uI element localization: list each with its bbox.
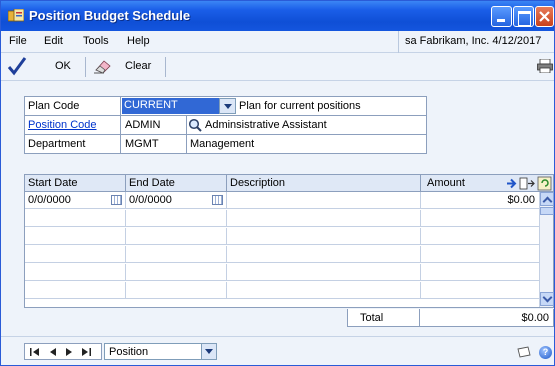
- field-divider: [186, 135, 187, 154]
- chevron-down-icon[interactable]: [201, 344, 216, 359]
- scroll-down-button[interactable]: [540, 292, 554, 306]
- menu-help[interactable]: Help: [127, 35, 150, 47]
- bottom-bar: Position ?: [1, 336, 554, 365]
- table-row[interactable]: [25, 228, 539, 245]
- position-code-description: Adminsistrative Assistant: [205, 119, 327, 131]
- department-field[interactable]: MGMT: [125, 138, 159, 150]
- total-amount: $0.00: [521, 312, 549, 324]
- header-form: Plan Code CURRENT Plan for current posit…: [24, 96, 427, 154]
- field-divider: [419, 309, 420, 326]
- column-header-amount: Amount: [427, 177, 465, 189]
- column-divider: [226, 175, 227, 192]
- toolbar-divider: [165, 57, 166, 77]
- department-row: Department MGMT Management: [25, 135, 426, 154]
- menu-edit[interactable]: Edit: [44, 35, 63, 47]
- first-record-icon[interactable]: [29, 347, 41, 357]
- position-code-link[interactable]: Position Code: [28, 119, 97, 131]
- plan-code-row: Plan Code CURRENT Plan for current posit…: [25, 97, 426, 116]
- table-row[interactable]: [25, 210, 539, 227]
- arrow-right-icon[interactable]: [507, 178, 517, 189]
- toolbar-divider: [85, 57, 86, 77]
- table-row[interactable]: [25, 282, 539, 299]
- ok-label: OK: [55, 60, 71, 72]
- table-row[interactable]: 0/0/0000 0/0/0000 $0.00: [25, 192, 539, 209]
- chevron-down-icon[interactable]: [219, 98, 236, 114]
- position-budget-schedule-window: Position Budget Schedule File Edit Tools…: [0, 0, 555, 366]
- sort-by-value: Position: [109, 346, 149, 358]
- position-code-row: Position Code ADMIN Adminsistrative Assi…: [25, 116, 426, 135]
- field-divider: [186, 116, 187, 135]
- calendar-icon[interactable]: [111, 195, 122, 205]
- menu-tools[interactable]: Tools: [83, 35, 109, 47]
- ok-button[interactable]: OK: [5, 55, 77, 79]
- last-record-icon[interactable]: [80, 347, 92, 357]
- grid-header: Start Date End Date Description Amount: [25, 175, 553, 192]
- start-date-cell[interactable]: 0/0/0000: [28, 194, 71, 206]
- previous-record-icon[interactable]: [47, 347, 59, 357]
- close-button[interactable]: [535, 6, 554, 27]
- total-row: Total $0.00: [347, 309, 554, 327]
- refresh-icon[interactable]: [537, 176, 552, 191]
- app-icon: [8, 9, 24, 22]
- clear-button[interactable]: Clear: [91, 55, 151, 79]
- eraser-icon: [94, 60, 111, 74]
- end-date-cell[interactable]: 0/0/0000: [129, 194, 172, 206]
- table-row[interactable]: [25, 264, 539, 281]
- close-icon: [539, 11, 550, 22]
- department-label: Department: [25, 135, 121, 154]
- menu-bar: File Edit Tools Help sa Fabrikam, Inc. 4…: [1, 31, 554, 53]
- clear-label: Clear: [125, 60, 152, 72]
- checkmark-icon: [7, 57, 27, 76]
- grid-action-icons: [507, 176, 552, 191]
- column-header-start-date: Start Date: [28, 177, 78, 189]
- note-icon[interactable]: [516, 346, 532, 358]
- total-label: Total: [360, 312, 384, 324]
- column-divider: [420, 175, 421, 192]
- toolbar: OK Clear: [1, 53, 554, 81]
- plan-code-label: Plan Code: [25, 97, 121, 116]
- minimize-button[interactable]: [491, 6, 512, 27]
- column-header-description: Description: [230, 177, 286, 189]
- amount-cell[interactable]: $0.00: [507, 194, 535, 206]
- calendar-icon[interactable]: [212, 195, 223, 205]
- table-row[interactable]: [25, 246, 539, 263]
- grid-scrollbar[interactable]: [539, 192, 554, 307]
- record-navigation: [24, 343, 102, 360]
- menu-file[interactable]: File: [9, 35, 27, 47]
- position-code-field[interactable]: ADMIN: [125, 119, 160, 131]
- column-header-end-date: End Date: [129, 177, 175, 189]
- user-company-date: sa Fabrikam, Inc. 4/12/2017: [398, 31, 555, 53]
- plan-code-description: Plan for current positions: [239, 100, 361, 112]
- sort-by-select[interactable]: Position: [104, 343, 217, 360]
- plan-code-select[interactable]: CURRENT: [122, 98, 219, 114]
- expand-rows-icon[interactable]: [519, 177, 535, 190]
- position-code-label[interactable]: Position Code: [25, 116, 121, 135]
- help-icon[interactable]: ?: [539, 346, 552, 359]
- scroll-thumb[interactable]: [540, 207, 554, 215]
- scroll-up-button[interactable]: [540, 192, 554, 206]
- title-bar[interactable]: Position Budget Schedule: [1, 1, 554, 31]
- printer-icon[interactable]: [537, 59, 553, 73]
- next-record-icon[interactable]: [63, 347, 75, 357]
- window-title: Position Budget Schedule: [29, 8, 191, 23]
- column-divider: [125, 175, 126, 192]
- lookup-magnifier-icon[interactable]: [188, 118, 202, 132]
- department-description: Management: [190, 138, 255, 150]
- budget-schedule-grid: Start Date End Date Description Amount 0…: [24, 174, 554, 308]
- maximize-button[interactable]: [513, 6, 534, 27]
